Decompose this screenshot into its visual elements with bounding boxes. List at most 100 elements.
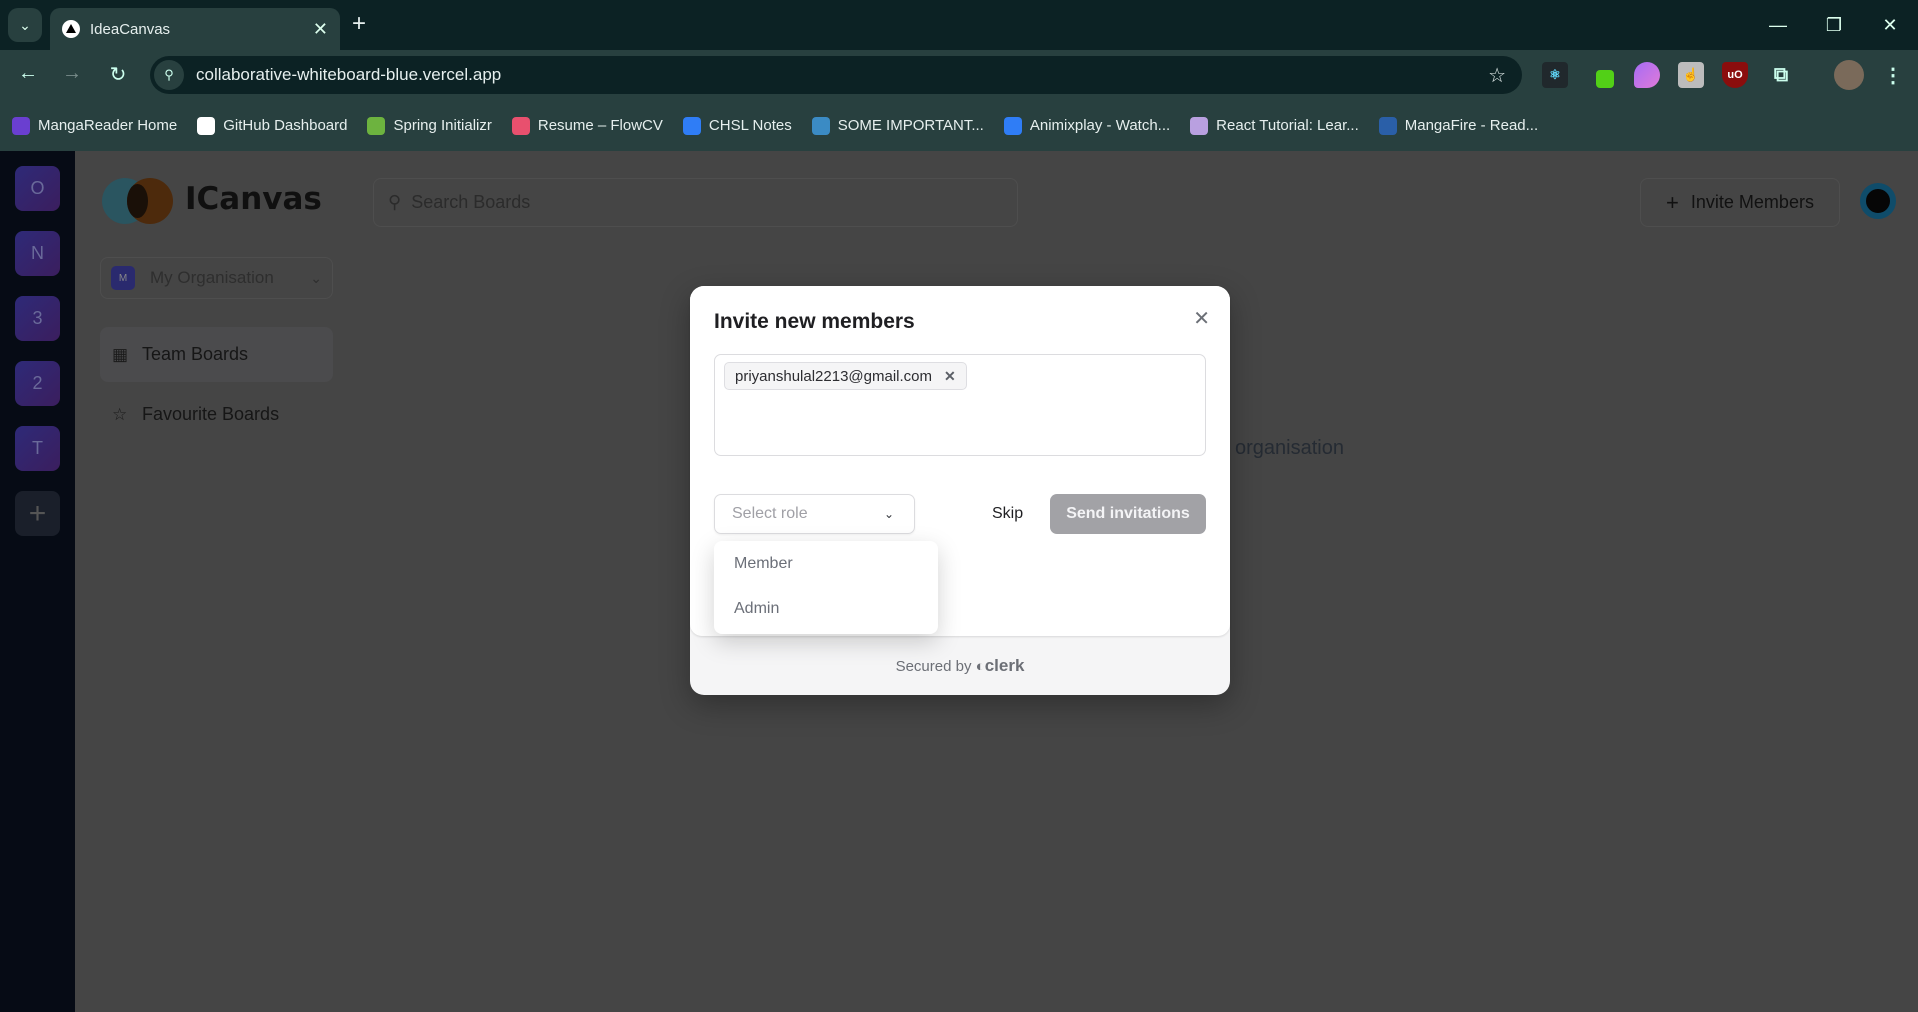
role-select-placeholder: Select role [732, 505, 808, 522]
email-chip-text: priyanshulal2213@gmail.com [735, 367, 932, 385]
extensions-puzzle-icon[interactable]: ⧉ [1768, 62, 1794, 88]
touch-extension-icon[interactable]: ☝ [1678, 62, 1704, 88]
chevron-down-icon: ⌄ [19, 16, 31, 33]
bookmark-favicon-icon [1003, 116, 1022, 135]
org-rail-item[interactable]: O [15, 166, 60, 211]
role-option-admin[interactable]: Admin [734, 600, 779, 618]
secured-by-footer: Secured by ◐clerk [690, 656, 1230, 676]
email-input-field[interactable]: priyanshulal2213@gmail.com ✕ [714, 354, 1206, 456]
plus-icon: + [1666, 189, 1679, 215]
org-rail: O N 3 2 T + [0, 151, 75, 1012]
close-icon[interactable]: ✕ [1193, 306, 1210, 331]
brand-name: ICanvas [185, 181, 322, 217]
email-chip: priyanshulal2213@gmail.com ✕ [724, 362, 967, 390]
bookmark-item[interactable]: GitHub Dashboard [197, 116, 348, 135]
react-devtools-icon[interactable]: ⚛ [1542, 62, 1568, 88]
star-icon: ☆ [112, 404, 128, 424]
bookmark-label: Spring Initializr [393, 117, 492, 134]
search-boards[interactable]: ⚲ [373, 178, 1018, 227]
secured-by-text: Secured by [895, 658, 972, 675]
bookmark-item[interactable]: MangaReader Home [12, 116, 178, 135]
chevron-down-icon: ⌄ [310, 269, 322, 286]
modal-body: Invite new members ✕ priyanshulal2213@gm… [690, 286, 1230, 636]
reload-icon[interactable]: ↻ [104, 62, 132, 87]
bookmark-label: GitHub Dashboard [223, 117, 348, 134]
nav-label: Team Boards [142, 344, 249, 364]
bookmark-label: MangaFire - Read... [1404, 117, 1539, 134]
tab-title: IdeaCanvas [90, 20, 171, 38]
bookmark-item[interactable]: Resume – FlowCV [511, 116, 663, 135]
minimize-icon[interactable]: — [1750, 0, 1806, 50]
bookmark-favicon-icon [811, 116, 830, 135]
close-tab-icon[interactable]: ✕ [313, 19, 328, 40]
bookmarks-bar: MangaReader Home GitHub Dashboard Spring I… [0, 100, 1918, 151]
bookmark-favicon-icon [682, 116, 701, 135]
bookmark-favicon-icon [1190, 116, 1209, 135]
clerk-logo-icon: ◐ [975, 658, 985, 675]
clerk-brand[interactable]: clerk [985, 656, 1025, 675]
bookmark-item[interactable]: MangaFire - Read... [1378, 116, 1539, 135]
bookmark-favicon-icon [1378, 116, 1397, 135]
skip-button[interactable]: Skip [992, 494, 1023, 534]
url-text[interactable]: collaborative-whiteboard-blue.vercel.app [196, 65, 501, 85]
bookmark-label: SOME IMPORTANT... [837, 117, 984, 134]
dashboard-grid-icon: ▦ [112, 344, 129, 364]
role-option-member[interactable]: Member [734, 555, 793, 573]
bookmark-star-icon[interactable]: ☆ [1488, 63, 1506, 88]
restore-icon[interactable]: ❐ [1806, 0, 1862, 50]
bookmark-item[interactable]: CHSL Notes [682, 116, 792, 135]
window-close-icon[interactable]: ✕ [1862, 0, 1918, 50]
bookmark-label: CHSL Notes [708, 117, 792, 134]
app-logo [102, 178, 174, 224]
search-icon: ⚲ [388, 192, 402, 212]
browser-tab[interactable]: IdeaCanvas ✕ [50, 8, 340, 50]
bookmark-favicon-icon [367, 116, 386, 135]
profile-avatar[interactable] [1834, 60, 1864, 90]
bookmark-label: Resume – FlowCV [537, 117, 663, 134]
ublock-icon[interactable]: uO [1722, 62, 1748, 88]
tab-search-button[interactable]: ⌄ [8, 8, 42, 42]
tab-favicon-icon [62, 20, 80, 38]
invite-members-button[interactable]: + Invite Members [1640, 178, 1840, 227]
modal-title: Invite new members [714, 310, 915, 333]
remove-email-icon[interactable]: ✕ [944, 368, 956, 385]
bookmark-favicon-icon [12, 116, 30, 135]
bookmark-favicon-icon [511, 116, 530, 135]
nav-team-boards[interactable]: ▦ Team Boards [100, 327, 333, 382]
role-dropdown-menu: Member Admin [714, 541, 938, 634]
browser-tab-bar: ⌄ IdeaCanvas ✕ + — ❐ ✕ [0, 0, 1918, 50]
forward-icon[interactable]: → [58, 62, 86, 85]
nav-label: Favourite Boards [142, 404, 280, 424]
extension-purple-icon[interactable] [1634, 62, 1660, 88]
org-switcher[interactable]: M My Organisation ⌄ [100, 257, 333, 299]
org-rail-item[interactable]: 2 [15, 361, 60, 406]
invite-members-modal: Invite new members ✕ priyanshulal2213@gm… [690, 286, 1230, 695]
nav-favourite-boards[interactable]: ☆ Favourite Boards [100, 387, 333, 442]
omnibox[interactable]: ⚲ collaborative-whiteboard-blue.vercel.a… [150, 56, 1522, 94]
browser-menu-icon[interactable]: ⋮ [1880, 62, 1906, 88]
org-name: My Organisation [150, 268, 274, 287]
bookmark-item[interactable]: React Tutorial: Lear... [1190, 116, 1359, 135]
search-input[interactable] [411, 192, 972, 213]
site-info-icon[interactable]: ⚲ [154, 60, 184, 90]
org-rail-item[interactable]: N [15, 231, 60, 276]
bookmark-favicon-icon [197, 116, 216, 135]
add-org-button[interactable]: + [15, 491, 60, 536]
bookmark-item[interactable]: SOME IMPORTANT... [811, 116, 984, 135]
back-icon[interactable]: ← [14, 62, 42, 85]
bookmark-item[interactable]: Animixplay - Watch... [1003, 116, 1170, 135]
color-picker-icon[interactable] [1588, 62, 1614, 88]
bookmark-item[interactable]: Spring Initializr [367, 116, 492, 135]
chevron-down-icon: ⌄ [883, 507, 894, 521]
user-avatar[interactable] [1860, 183, 1896, 219]
new-tab-button[interactable]: + [352, 10, 366, 38]
bookmark-label: MangaReader Home [38, 117, 178, 134]
org-avatar: M [111, 266, 135, 290]
empty-state-subtitle: organisation [1235, 437, 1344, 459]
org-rail-item[interactable]: T [15, 426, 60, 471]
send-invitations-button[interactable]: Send invitations [1050, 494, 1206, 534]
org-rail-item[interactable]: 3 [15, 296, 60, 341]
bookmark-label: React Tutorial: Lear... [1216, 117, 1359, 134]
invite-members-label: Invite Members [1690, 192, 1814, 212]
role-select[interactable]: Select role ⌄ [714, 494, 915, 534]
